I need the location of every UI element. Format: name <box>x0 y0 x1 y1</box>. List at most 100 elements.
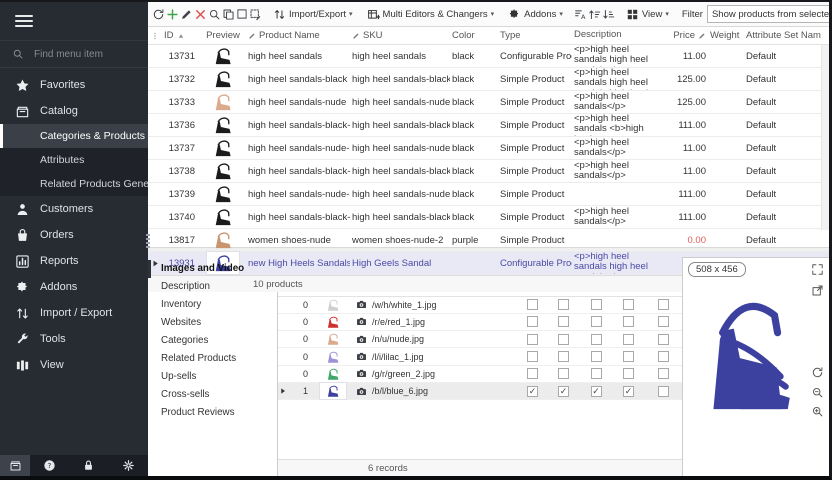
view-menu[interactable]: View▾ <box>623 5 672 24</box>
base-checkbox[interactable] <box>527 299 538 310</box>
edit-product-button[interactable] <box>180 5 193 24</box>
inline-edit-button[interactable] <box>249 5 262 24</box>
sidebar-item-favorites[interactable]: Favorites <box>0 72 148 98</box>
thumbnail-checkbox[interactable] <box>591 299 602 310</box>
swatch-checkbox[interactable] <box>623 316 634 327</box>
fullscreen-icon[interactable] <box>811 263 824 276</box>
refresh-button[interactable] <box>152 5 165 24</box>
sort-asc-button[interactable] <box>588 5 601 24</box>
open-external-icon[interactable] <box>811 284 824 297</box>
column-type[interactable]: Type <box>498 30 572 41</box>
base-checkbox[interactable] <box>527 316 538 327</box>
column-price[interactable]: Price <box>662 30 708 41</box>
exclude-checkbox[interactable] <box>658 386 669 397</box>
zoom-out-icon[interactable] <box>811 386 824 399</box>
column-product-name[interactable]: Product Name <box>246 30 350 41</box>
small-checkbox[interactable] <box>558 299 569 310</box>
list-item[interactable]: 0 /l/i/lilac_1.jpg <box>278 348 682 365</box>
filter-select[interactable]: Show products from selected categories▾ <box>707 5 829 23</box>
list-item[interactable]: 0 /w/h/white_1.jpg <box>278 297 682 314</box>
sort-desc-button[interactable] <box>602 5 615 24</box>
list-item[interactable]: 0 /n/u/nude.jpg <box>278 331 682 348</box>
list-item[interactable]: 0 /g/r/green_2.jpg <box>278 366 682 383</box>
copy-button[interactable] <box>222 5 235 24</box>
thumbnail-checkbox[interactable] <box>591 316 602 327</box>
menu-search-input[interactable] <box>32 48 132 61</box>
table-row[interactable]: 13737 high heel sandals-nude-36 high hee… <box>148 137 829 160</box>
sidebar-item-catalog[interactable]: Catalog <box>0 98 148 124</box>
table-row[interactable]: 13817 women shoes-nude women shoes-nude-… <box>148 229 829 252</box>
list-item[interactable]: 0 /r/e/red_1.jpg <box>278 314 682 331</box>
catalog-mode-button[interactable] <box>0 455 30 476</box>
multi-editors-menu[interactable]: Multi Editors & Changers▾ <box>364 5 498 24</box>
table-row[interactable]: 13732 high heel sandals-black high heel … <box>148 68 829 91</box>
column-weight[interactable]: Weight <box>708 30 740 41</box>
table-row[interactable]: 13739 high heel sandals-nude-37 high hee… <box>148 183 829 206</box>
thumbnail-checkbox[interactable]: ✓ <box>591 386 602 397</box>
column-color[interactable]: Color <box>450 30 498 41</box>
tab-websites[interactable]: Websites <box>148 314 277 332</box>
add-product-button[interactable] <box>166 5 179 24</box>
small-checkbox[interactable] <box>558 334 569 345</box>
hamburger-menu-button[interactable] <box>0 2 148 40</box>
exclude-checkbox[interactable] <box>658 316 669 327</box>
base-checkbox[interactable] <box>527 351 538 362</box>
table-row[interactable]: 13733 high heel sandals-nude high heel s… <box>148 91 829 114</box>
tab-categories[interactable]: Categories <box>148 332 277 350</box>
list-item[interactable]: 1 /b/l/blue_6.jpg ✓✓✓✓ <box>278 383 682 400</box>
small-checkbox[interactable]: ✓ <box>558 386 569 397</box>
settings-button[interactable] <box>109 455 148 476</box>
sidebar-item-orders[interactable]: Orders <box>0 222 148 248</box>
sort-rules-button[interactable]: A <box>574 5 587 24</box>
select-checkbox-button[interactable] <box>236 5 248 24</box>
lock-button[interactable] <box>69 455 108 476</box>
exclude-checkbox[interactable] <box>658 334 669 345</box>
swatch-checkbox[interactable] <box>623 351 634 362</box>
vertical-scrollbar[interactable] <box>821 45 829 230</box>
sidebar-item-customers[interactable]: Customers <box>0 196 148 222</box>
sidebar-search[interactable] <box>0 40 148 68</box>
tab-description[interactable]: Description <box>148 278 277 296</box>
small-checkbox[interactable] <box>558 316 569 327</box>
sidebar-item-addons[interactable]: Addons <box>0 274 148 300</box>
thumbnail-checkbox[interactable] <box>591 334 602 345</box>
import-export-menu[interactable]: Import/Export▾ <box>270 5 356 24</box>
column-sku[interactable]: SKU <box>350 30 450 41</box>
table-row[interactable]: 13738 high heel sandals-black-37 high he… <box>148 160 829 183</box>
base-checkbox[interactable] <box>527 334 538 345</box>
swatch-checkbox[interactable] <box>623 368 634 379</box>
sidebar-item-related-products-generator[interactable]: Related Products Generator <box>0 172 148 196</box>
column-id[interactable]: ID <box>162 30 200 41</box>
tab-product-reviews[interactable]: Product Reviews <box>148 404 277 422</box>
table-row[interactable]: 13731 high heel sandals high heel sandal… <box>148 45 829 68</box>
swatch-checkbox[interactable]: ✓ <box>623 386 634 397</box>
sidebar-item-tools[interactable]: Tools <box>0 326 148 352</box>
tab-up-sells[interactable]: Up-sells <box>148 368 277 386</box>
table-row[interactable]: 13736 high heel sandals-black-36 high he… <box>148 114 829 137</box>
column-attribute-set[interactable]: Attribute Set Name <box>740 30 821 41</box>
column-description[interactable]: Description <box>572 30 662 40</box>
addons-menu[interactable]: Addons▾ <box>505 5 566 24</box>
tab-cross-sells[interactable]: Cross-sells <box>148 386 277 404</box>
sidebar-item-categories-products[interactable]: Categories & Products <box>0 124 148 148</box>
help-button[interactable]: ? <box>30 455 69 476</box>
small-checkbox[interactable] <box>558 368 569 379</box>
sidebar-item-reports[interactable]: Reports <box>0 248 148 274</box>
tab-related-products[interactable]: Related Products <box>148 350 277 368</box>
swatch-checkbox[interactable] <box>623 299 634 310</box>
search-products-button[interactable] <box>208 5 221 24</box>
exclude-checkbox[interactable] <box>658 299 669 310</box>
swatch-checkbox[interactable] <box>623 334 634 345</box>
delete-product-button[interactable] <box>194 5 207 24</box>
zoom-in-icon[interactable] <box>811 405 824 418</box>
column-preview[interactable]: Preview <box>200 30 246 41</box>
tab-inventory[interactable]: Inventory <box>148 296 277 314</box>
base-checkbox[interactable]: ✓ <box>527 386 538 397</box>
sidebar-item-view[interactable]: View <box>0 352 148 378</box>
sidebar-item-import-export[interactable]: Import / Export <box>0 300 148 326</box>
table-row[interactable]: 13740 high heel sandals-black-38 high he… <box>148 206 829 229</box>
sidebar-item-attributes[interactable]: Attributes <box>0 148 148 172</box>
tab-images-and-video[interactable]: Images and Video <box>148 260 277 278</box>
base-checkbox[interactable] <box>527 368 538 379</box>
thumbnail-checkbox[interactable] <box>591 351 602 362</box>
